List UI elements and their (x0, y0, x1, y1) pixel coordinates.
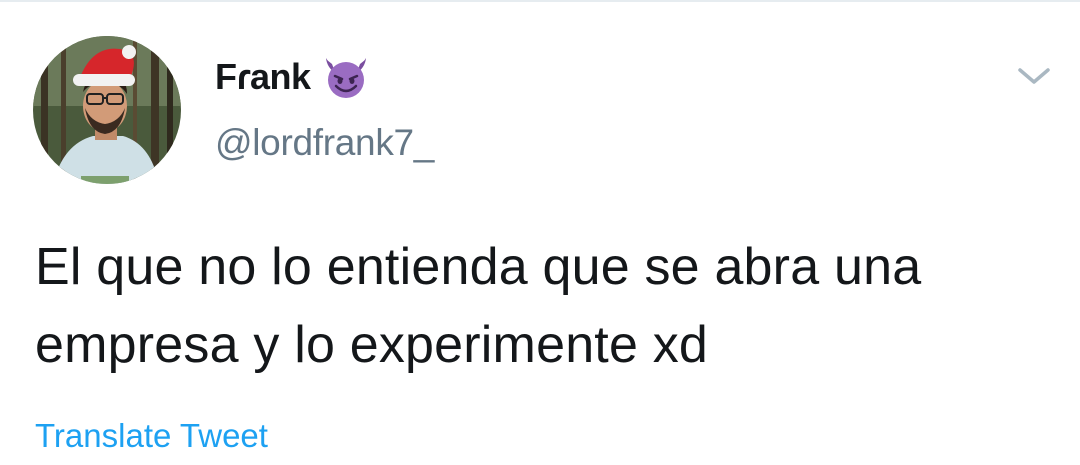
author-row[interactable]: Fɾank (215, 52, 369, 102)
avatar-photo (33, 36, 181, 184)
chevron-down-icon[interactable] (1012, 60, 1056, 92)
smiling-face-with-horns-icon (323, 54, 369, 100)
tweet-card: Fɾank @lordfrank7_ El que no lo entienda… (0, 0, 1080, 465)
translate-tweet-link[interactable]: Translate Tweet (35, 417, 268, 455)
user-handle[interactable]: @lordfrank7_ (215, 122, 434, 164)
display-name[interactable]: Fɾank (215, 56, 311, 98)
tweet-text: El que no lo entienda que se abra una em… (35, 238, 922, 374)
avatar[interactable] (33, 36, 181, 184)
